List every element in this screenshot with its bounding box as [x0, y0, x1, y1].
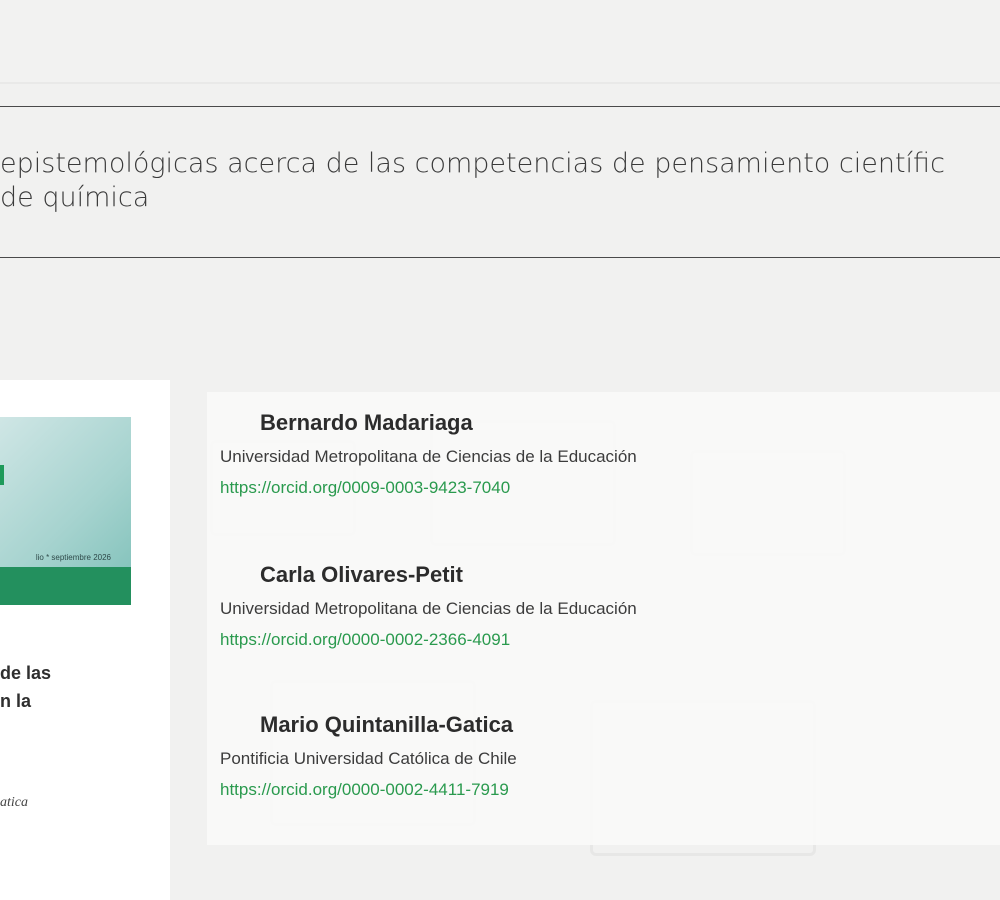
- author-name: Bernardo Madariaga: [260, 410, 473, 435]
- author-affiliation: Universidad Metropolitana de Ciencias de…: [220, 447, 637, 466]
- author-name: Carla Olivares-Petit: [260, 562, 463, 587]
- author-orcid-link[interactable]: https://orcid.org/0000-0002-4411-7919: [220, 780, 509, 800]
- cover-green-mark: [0, 465, 4, 485]
- authors-panel: Bernardo Madariaga Universidad Metropoli…: [207, 392, 1000, 845]
- author-orcid-link[interactable]: https://orcid.org/0009-0003-9423-7040: [220, 478, 510, 498]
- author-name: Mario Quintanilla-Gatica: [260, 712, 514, 737]
- header-divider: [0, 82, 1000, 84]
- article-title-line-1: epistemológicas acerca de las competenci…: [0, 148, 945, 179]
- journal-cover-card[interactable]: lio * septiembre 2026 de las n la atica: [0, 380, 170, 900]
- cover-issue-date: lio * septiembre 2026: [35, 553, 111, 562]
- cover-green-band: [0, 567, 131, 605]
- author-orcid-link[interactable]: https://orcid.org/0000-0002-2366-4091: [220, 630, 510, 650]
- journal-cover-image[interactable]: lio * septiembre 2026: [0, 417, 131, 605]
- header-band: [0, 0, 1000, 82]
- article-title-line-2: de química: [0, 182, 150, 213]
- author-affiliation: Pontificia Universidad Católica de Chile: [220, 749, 517, 768]
- author-affiliation: Universidad Metropolitana de Ciencias de…: [220, 599, 637, 618]
- cover-title-line-2: n la: [0, 691, 32, 711]
- cover-title-line-1: de las: [0, 663, 52, 683]
- cover-author: atica: [0, 795, 28, 810]
- article-title: epistemológicas acerca de las competenci…: [0, 147, 945, 215]
